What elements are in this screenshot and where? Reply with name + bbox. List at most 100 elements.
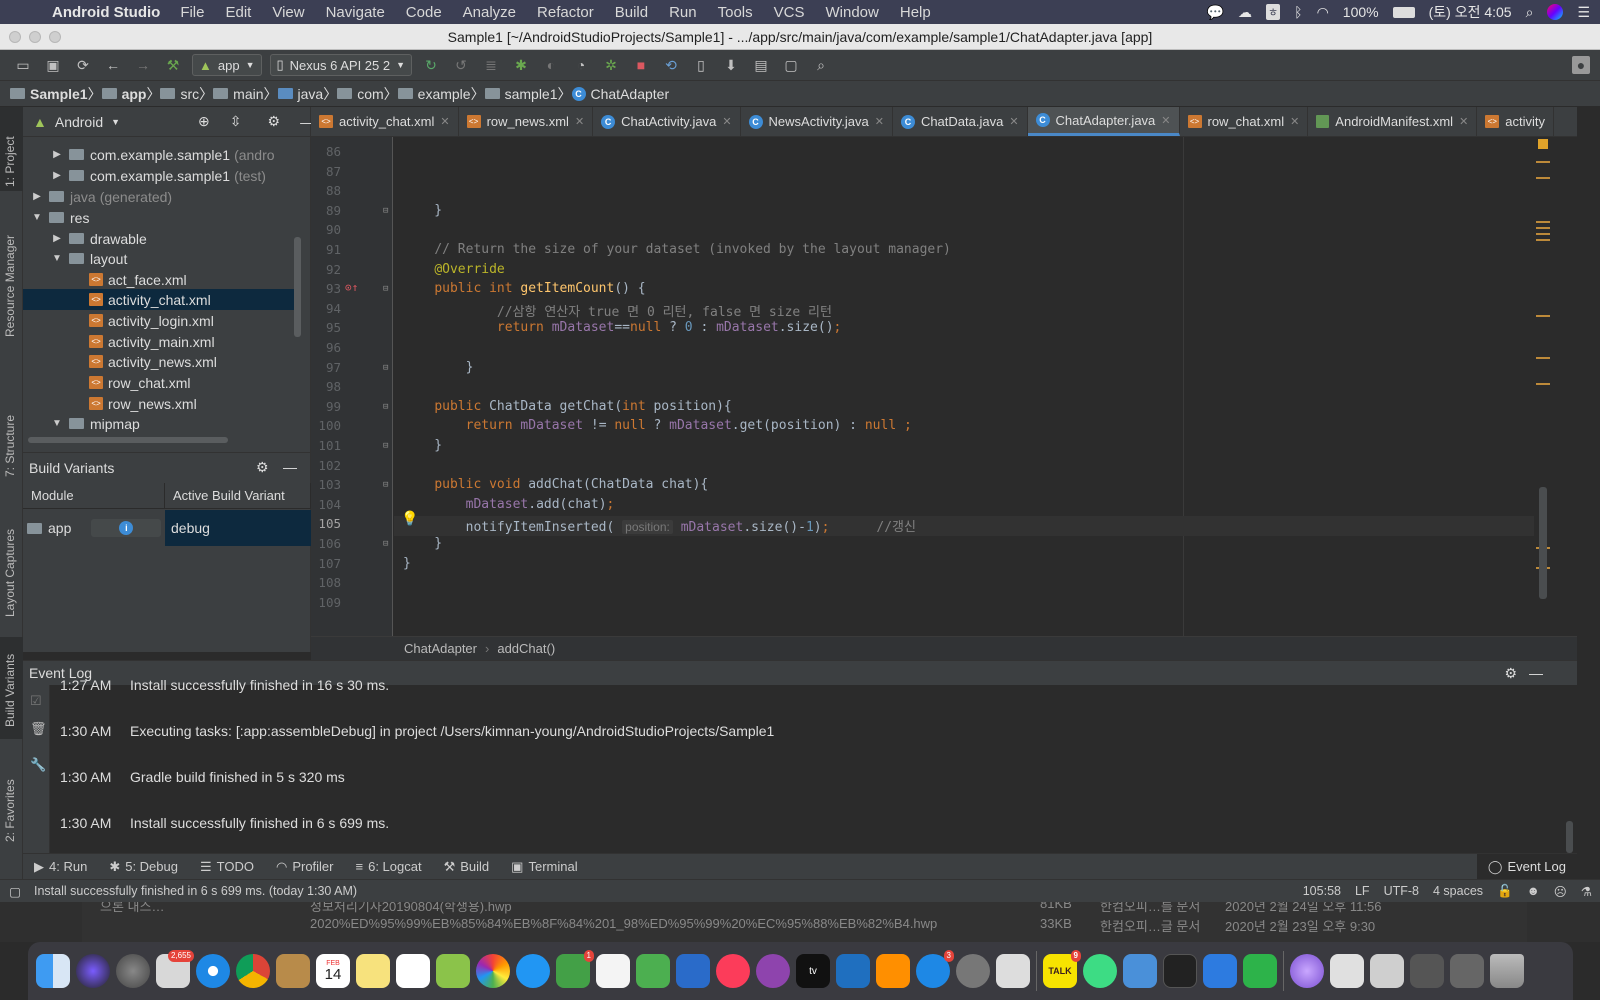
structure-tool-button[interactable]: 7: Structure (3, 415, 17, 477)
code-editor[interactable]: 86 87 88 89 90 91 92 93 94 95 96 97 98 99 100 101 102 103… (311, 137, 1577, 636)
fold-marker-icon[interactable]: ⊟ (383, 539, 388, 549)
nav-crumb[interactable]: app (101, 86, 146, 102)
line-number[interactable]: 92 (311, 262, 341, 277)
apple-tv-icon[interactable]: tv (796, 954, 830, 988)
open-folder-icon[interactable]: ▭ (12, 54, 34, 76)
nav-crumb[interactable]: com (337, 86, 384, 102)
code-line[interactable]: // Return the size of your dataset (invo… (403, 242, 951, 257)
code-line[interactable]: } (403, 556, 411, 571)
kakao-status-icon[interactable]: 💬 (1207, 4, 1224, 21)
coverage-icon[interactable]: ◐ (540, 54, 562, 76)
code-line[interactable]: mDataset.add(chat); (403, 497, 615, 512)
siri-dock-icon[interactable] (76, 954, 110, 988)
kakaotalk-icon[interactable]: TALK 9 (1043, 950, 1081, 988)
event-log-entry[interactable]: 1:30 AM Install successfully finished in … (60, 815, 389, 831)
editor-tab[interactable]: <> activity (1477, 107, 1555, 136)
line-number[interactable]: 104 (311, 497, 341, 512)
close-tab-icon[interactable]: ✕ (722, 115, 731, 128)
fold-marker-icon[interactable]: ⊟ (383, 363, 388, 373)
wifi-icon[interactable]: ◠ (1317, 4, 1329, 21)
nav-crumb[interactable]: src (160, 86, 199, 102)
code-line[interactable]: } (403, 438, 442, 453)
memory-indicator-icon[interactable]: ⚗ (1581, 884, 1592, 899)
notion-icon[interactable] (1243, 954, 1277, 988)
hwp-icon[interactable] (1203, 954, 1237, 988)
toggle-tool-windows-icon[interactable]: ▢ (0, 884, 30, 899)
tree-item[interactable]: <> act_face.xml (23, 269, 295, 290)
books-icon[interactable] (876, 954, 910, 988)
messages-icon[interactable] (516, 954, 550, 988)
indent-setting[interactable]: 4 spaces (1433, 884, 1483, 898)
tree-item[interactable]: <> activity_news.xml (23, 351, 295, 372)
photo-library-icon[interactable]: 2,655 (156, 950, 194, 988)
xcode-icon[interactable] (1123, 954, 1157, 988)
music-icon[interactable] (716, 954, 750, 988)
siri-icon[interactable] (1547, 4, 1564, 20)
mark-read-icon[interactable]: ☑ (30, 693, 42, 709)
vscode-icon[interactable] (836, 954, 870, 988)
override-gutter-icon[interactable]: ⊙↑ (345, 281, 358, 294)
downloads-stack-icon[interactable] (1290, 954, 1324, 988)
avd-manager-icon[interactable]: ▯ (690, 54, 712, 76)
line-number[interactable]: 95 (311, 320, 341, 335)
favorites-tool-button[interactable]: 2: Favorites (3, 779, 17, 842)
stop-icon[interactable]: ■ (630, 54, 652, 76)
line-number[interactable]: 108 (311, 575, 341, 590)
event-log-tool-button[interactable]: ◯ Event Log (1476, 853, 1577, 880)
gear-icon[interactable]: ⚙ (1504, 665, 1517, 682)
clock[interactable]: (토) 오전 4:05 (1429, 2, 1512, 22)
app-store-icon[interactable]: 3 (916, 950, 954, 988)
variant-column-header[interactable]: Active Build Variant (165, 483, 311, 509)
wrench-icon[interactable]: 🔧 (30, 757, 46, 773)
nav-crumb[interactable]: C ChatAdapter (571, 86, 669, 102)
sdk-manager-icon[interactable]: ⬇ (720, 54, 742, 76)
close-window-button[interactable] (9, 31, 21, 43)
forward-icon[interactable]: → (132, 54, 154, 76)
tree-item[interactable]: <> activity_login.xml (23, 310, 295, 331)
line-number[interactable]: 93 (311, 281, 341, 296)
line-number[interactable]: 105 (311, 516, 341, 531)
code-line[interactable]: public ChatData getChat(int position){ (403, 399, 731, 414)
tree-vertical-scrollbar[interactable] (294, 237, 301, 337)
code-line[interactable]: } (403, 536, 442, 551)
hector-icon[interactable]: ☻ (1527, 884, 1540, 898)
menu-item[interactable]: Help (900, 4, 931, 21)
bluetooth-icon[interactable]: ᛒ (1294, 4, 1302, 20)
hide-panel-icon[interactable]: — (1529, 665, 1543, 681)
podcasts-icon[interactable] (756, 954, 790, 988)
trash-icon[interactable]: 🗑 (30, 721, 47, 737)
code-line[interactable]: } (403, 203, 442, 218)
user-icon[interactable]: ● (1572, 56, 1590, 74)
menu-item[interactable]: Run (669, 4, 697, 21)
editor-tab[interactable]: AndroidManifest.xml ✕ (1308, 107, 1478, 136)
editor-tab[interactable]: C ChatActivity.java ✕ (593, 107, 741, 136)
make-project-icon[interactable]: ⚒ (162, 54, 184, 76)
code-line[interactable]: //삼항 연산자 true 면 0 리턴, false 면 size 리턴 (403, 301, 832, 320)
line-number[interactable]: 100 (311, 418, 341, 433)
screenshot-icon[interactable] (1370, 954, 1404, 988)
tool-window-button[interactable]: ◠ Profiler (265, 859, 345, 875)
close-tab-icon[interactable]: ✕ (1290, 115, 1299, 128)
menubar-app-name[interactable]: Android Studio (52, 4, 160, 21)
gear-icon[interactable]: ⚙ (256, 459, 269, 476)
sync-icon[interactable]: ⟳ (72, 54, 94, 76)
tool-window-button[interactable]: ☰ TODO (189, 859, 265, 875)
line-separator[interactable]: LF (1355, 884, 1370, 898)
fold-marker-icon[interactable]: ⊟ (383, 480, 388, 490)
tree-item[interactable]: <> row_news.xml (23, 393, 295, 414)
input-method-icon[interactable]: ㅎ (1266, 4, 1281, 20)
attach-debugger-icon[interactable]: ✲ (600, 54, 622, 76)
code-line[interactable]: public int getItemCount() { (403, 281, 645, 296)
close-tab-icon[interactable]: ✕ (1009, 115, 1018, 128)
menu-item[interactable]: View (272, 4, 304, 21)
code-line[interactable]: @Override (403, 262, 504, 277)
module-column-header[interactable]: Module (23, 483, 165, 509)
close-tab-icon[interactable]: ✕ (1161, 114, 1170, 127)
keynote-icon[interactable] (676, 954, 710, 988)
notes-icon[interactable] (356, 954, 390, 988)
tree-item[interactable]: ▼ layout (23, 248, 295, 269)
layout-captures-tool-button[interactable]: Layout Captures (3, 529, 17, 617)
tree-item[interactable]: ▼ mipmap (23, 413, 295, 434)
expand-arrow-icon[interactable]: ▼ (51, 253, 63, 264)
finder-icon[interactable] (36, 954, 70, 988)
